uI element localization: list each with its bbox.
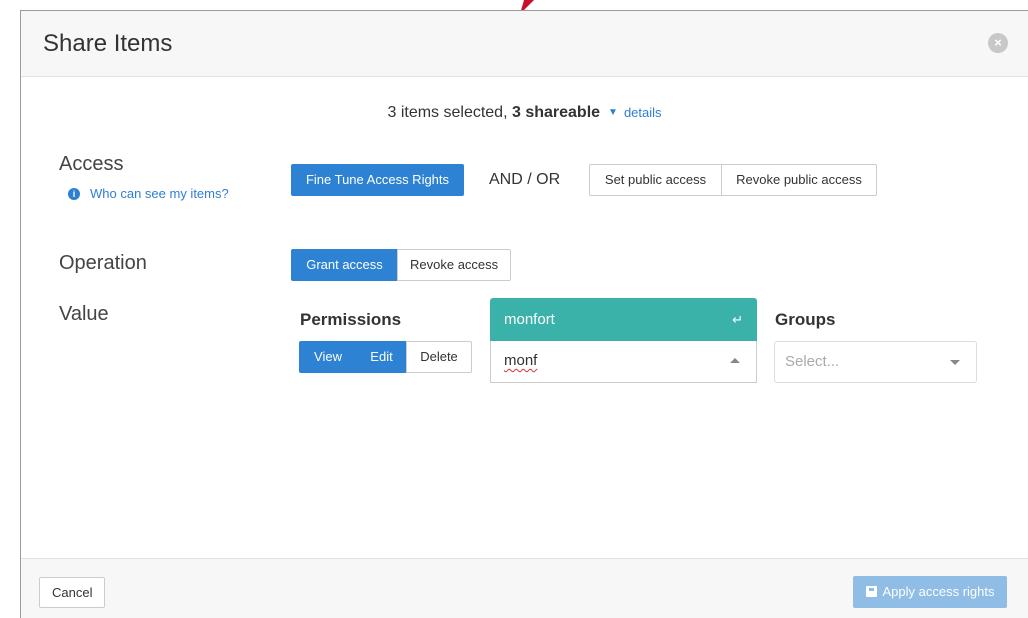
permission-delete-button[interactable]: Delete — [406, 341, 472, 373]
shareable-count: 3 shareable — [511, 104, 601, 121]
permission-view-button[interactable]: View — [299, 341, 357, 373]
access-label: Access — [59, 153, 124, 175]
revoke-access-button[interactable]: Revoke access — [397, 249, 511, 281]
user-search-input[interactable]: monf — [490, 341, 757, 383]
groups-select[interactable]: Select... — [774, 341, 977, 383]
user-option-highlighted[interactable]: monfort ↵ — [490, 298, 757, 341]
value-label: Value — [59, 303, 109, 325]
user-option-label: monfort — [504, 311, 555, 328]
groups-placeholder: Select... — [785, 353, 840, 370]
details-link[interactable]: details — [624, 105, 662, 120]
caret-down-icon[interactable]: ▼ — [608, 107, 618, 118]
who-can-see-link[interactable]: i Who can see my items? — [68, 186, 229, 201]
grant-access-button[interactable]: Grant access — [291, 249, 398, 281]
permission-edit-button[interactable]: Edit — [356, 341, 407, 373]
modal-title: Share Items — [43, 30, 173, 57]
chevron-down-icon[interactable] — [950, 360, 960, 365]
enter-icon: ↵ — [732, 312, 743, 327]
modal-header: Share Items × — [21, 11, 1028, 77]
selection-summary: 3 items selected, 3 shareable ▼ details — [21, 104, 1028, 122]
permissions-heading: Permissions — [300, 310, 402, 329]
groups-heading: Groups — [775, 310, 836, 329]
set-public-access-button[interactable]: Set public access — [589, 164, 722, 196]
save-icon — [865, 586, 877, 597]
modal-footer: Cancel Apply access rights — [21, 558, 1028, 618]
who-can-see-text: Who can see my items? — [90, 186, 229, 201]
share-items-modal: Share Items × 3 items selected, 3 sharea… — [20, 10, 1028, 618]
chevron-up-icon[interactable] — [730, 358, 740, 363]
apply-button-label: Apply access rights — [882, 584, 995, 599]
close-icon[interactable]: × — [988, 33, 1008, 53]
fine-tune-access-button[interactable]: Fine Tune Access Rights — [291, 164, 464, 196]
user-search-typed-value: monf — [504, 352, 538, 369]
revoke-public-access-button[interactable]: Revoke public access — [721, 164, 877, 196]
apply-access-rights-button[interactable]: Apply access rights — [853, 576, 1007, 608]
cancel-button[interactable]: Cancel — [39, 577, 106, 608]
items-selected-text: 3 items selected, — [387, 104, 508, 121]
operation-label: Operation — [59, 252, 147, 274]
info-icon: i — [68, 187, 80, 200]
and-or-text: AND / OR — [489, 171, 561, 188]
